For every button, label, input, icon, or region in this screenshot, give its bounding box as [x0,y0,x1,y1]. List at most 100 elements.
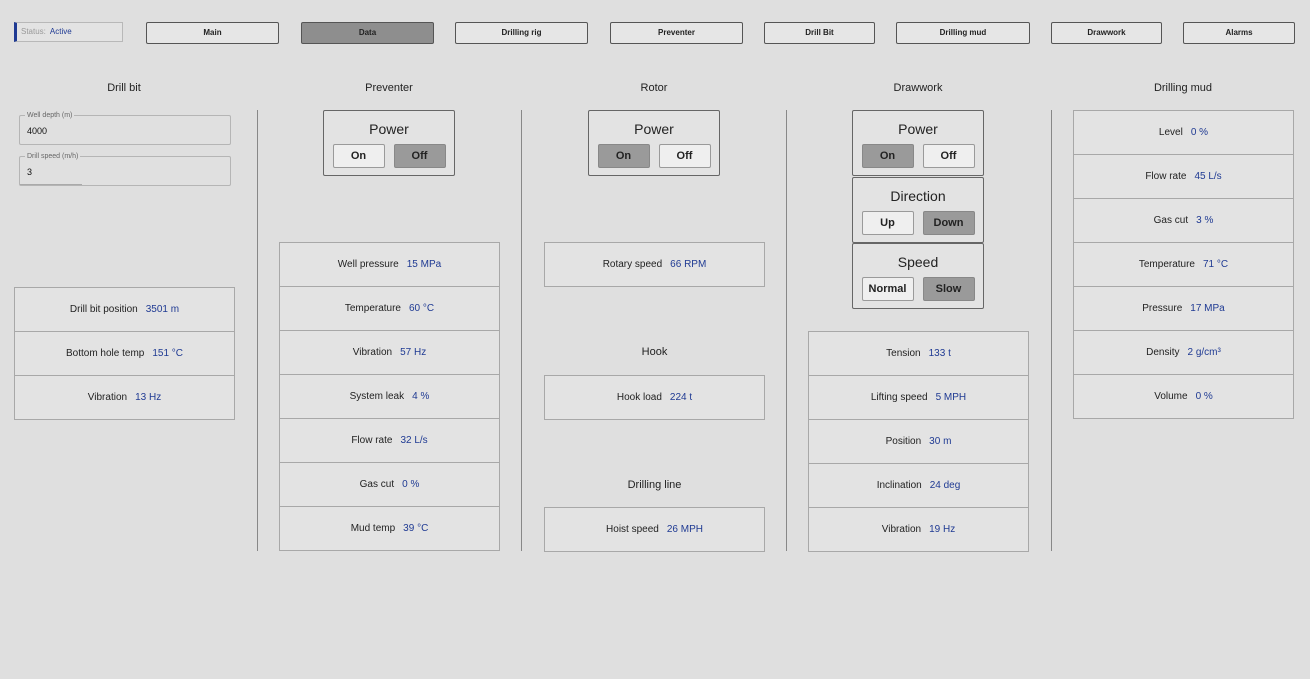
rotor-power-control: Power On Off [588,110,720,176]
preventer-power-off-button[interactable]: Off [393,144,446,168]
drawwork-power-off-button[interactable]: Off [922,144,975,168]
drawwork-vibration-cell: Vibration 19 Hz [808,507,1029,552]
lifting-speed-cell: Lifting speed 5 MPH [808,375,1029,420]
preventer-gas-cut-cell: Gas cut 0 % [279,462,500,507]
cell-label: Tension [886,348,921,359]
cell-label: Density [1146,347,1180,358]
cell-value: 45 L/s [1194,171,1222,182]
drill-bit-title: Drill bit [107,82,141,94]
preventer-power-control: Power On Off [323,110,455,176]
position-cell: Position 30 m [808,419,1029,464]
preventer-flow-rate-cell: Flow rate 32 L/s [279,418,500,463]
cell-label: Vibration [352,347,393,358]
preventer-power-on-button[interactable]: On [332,144,385,168]
nav-drill-bit-button[interactable]: Drill Bit [764,22,875,44]
nav-main-button[interactable]: Main [146,22,279,44]
cell-label: Flow rate [1145,171,1187,182]
column-divider [1051,110,1052,551]
cell-value: 13 Hz [135,392,162,403]
cell-value: 2 g/cm³ [1187,347,1221,358]
rotor-power-on-button[interactable]: On [597,144,650,168]
cell-value: 224 t [669,392,693,403]
mud-volume-cell: Volume 0 % [1073,374,1294,419]
cell-value: 0 % [1195,391,1213,402]
cell-label: Temperature [1138,259,1195,270]
well-pressure-cell: Well pressure 15 MPa [279,242,500,287]
direction-down-button[interactable]: Down [922,211,975,235]
column-divider [786,110,787,551]
preventer-vibration-cell: Vibration 57 Hz [279,330,500,375]
well-depth-label: Well depth (m) [25,112,75,119]
cell-label: Pressure [1142,303,1183,314]
drill-speed-label: Drill speed (m/h) [25,153,81,160]
drawwork-speed-control: Speed Normal Slow [852,243,984,309]
bottom-hole-temp-cell: Bottom hole temp 151 °C [14,331,235,376]
cell-label: Well pressure [337,259,399,270]
cell-label: Hook load [616,392,662,403]
tension-cell: Tension 133 t [808,331,1029,376]
nav-drilling-rig-button[interactable]: Drilling rig [455,22,588,44]
cell-label: Bottom hole temp [65,348,145,359]
drawwork-title: Drawwork [893,82,943,94]
cell-label: Mud temp [350,523,396,534]
rotor-power-off-button[interactable]: Off [658,144,711,168]
nav-alarms-button[interactable]: Alarms [1183,22,1295,44]
cell-label: Temperature [344,303,401,314]
mud-gas-cut-cell: Gas cut 3 % [1073,198,1294,243]
nav-drilling-mud-button[interactable]: Drilling mud [896,22,1030,44]
status-key: Status: [21,27,46,36]
cell-value: 39 °C [403,523,429,534]
field-underline [20,184,82,185]
cell-label: Hoist speed [606,524,659,535]
nav-data-button[interactable]: Data [301,22,434,44]
cell-label: Vibration [881,524,922,535]
status-indicator: Status: Active [14,22,123,42]
cell-label: Position [885,436,922,447]
well-depth-field[interactable]: Well depth (m) 4000 [19,112,231,145]
cell-label: Drill bit position [69,304,138,315]
drill-speed-field[interactable]: Drill speed (m/h) 3 [19,153,231,186]
direction-up-button[interactable]: Up [861,211,914,235]
drilling-line-title: Drilling line [627,479,682,491]
cell-label: Vibration [87,392,128,403]
status-value: Active [49,27,72,36]
cell-label: Inclination [876,480,922,491]
power-title: Power [369,121,409,137]
mud-temp-cell: Mud temp 39 °C [279,506,500,551]
system-leak-cell: System leak 4 % [279,374,500,419]
nav-drawwork-button[interactable]: Drawwork [1051,22,1162,44]
cell-label: Gas cut [1153,215,1189,226]
cell-value: 0 % [402,479,420,490]
mud-level-cell: Level 0 % [1073,110,1294,155]
cell-value: 3501 m [145,304,180,315]
cell-label: Lifting speed [870,392,928,403]
cell-value: 17 MPa [1190,303,1225,314]
cell-value: 151 °C [152,348,184,359]
hook-load-cell: Hook load 224 t [544,375,765,420]
rotary-speed-cell: Rotary speed 66 RPM [544,242,765,287]
mud-density-cell: Density 2 g/cm³ [1073,330,1294,375]
column-divider [257,110,258,551]
drawwork-power-on-button[interactable]: On [861,144,914,168]
inclination-cell: Inclination 24 deg [808,463,1029,508]
column-divider [521,110,522,551]
power-title: Power [634,121,674,137]
cell-value: 71 °C [1203,259,1229,270]
preventer-title: Preventer [365,82,413,94]
cell-label: Flow rate [351,435,393,446]
cell-value: 3 % [1196,215,1214,226]
hoist-speed-cell: Hoist speed 26 MPH [544,507,765,552]
power-title: Power [898,121,938,137]
speed-normal-button[interactable]: Normal [861,277,914,301]
cell-value: 133 t [928,348,951,359]
mud-flow-rate-cell: Flow rate 45 L/s [1073,154,1294,199]
cell-value: 26 MPH [666,524,703,535]
rotor-title: Rotor [640,82,668,94]
cell-label: Volume [1154,391,1188,402]
mud-temperature-cell: Temperature 71 °C [1073,242,1294,287]
nav-preventer-button[interactable]: Preventer [610,22,743,44]
speed-slow-button[interactable]: Slow [922,277,975,301]
preventer-temperature-cell: Temperature 60 °C [279,286,500,331]
drawwork-power-control: Power On Off [852,110,984,176]
cell-value: 66 RPM [670,259,707,270]
